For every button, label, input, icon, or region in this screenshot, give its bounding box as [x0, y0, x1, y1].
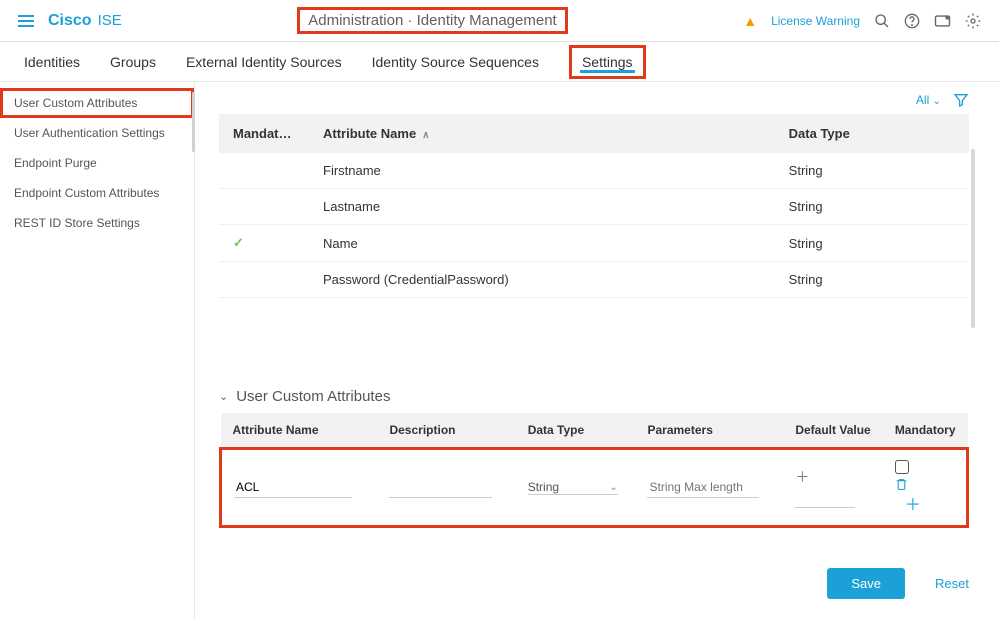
- filter-label: All: [916, 93, 929, 107]
- brand-name: Cisco: [48, 12, 92, 30]
- col-default-value: Default Value: [783, 413, 882, 449]
- main-tabs: Identities Groups External Identity Sour…: [0, 42, 999, 82]
- license-warning-link[interactable]: License Warning: [771, 14, 860, 28]
- parameters-input[interactable]: [647, 477, 758, 498]
- attr-type-cell: String: [775, 225, 969, 262]
- sidebar: User Custom Attributes User Authenticati…: [0, 82, 195, 619]
- col-data-type: Data Type: [516, 413, 636, 449]
- col-attribute-name[interactable]: Attribute Name ∧: [309, 114, 775, 153]
- tab-external-identity-sources[interactable]: External Identity Sources: [186, 44, 342, 80]
- attr-name-cell: Lastname: [309, 189, 775, 225]
- sidebar-item-endpoint-purge[interactable]: Endpoint Purge: [0, 148, 194, 178]
- col-attr-name-label: Attribute Name: [323, 126, 416, 141]
- check-icon: ✓: [233, 235, 244, 250]
- table-row[interactable]: ✓ Name String: [219, 225, 969, 262]
- custom-attributes-table: Attribute Name Description Data Type Par…: [219, 413, 969, 528]
- col-description: Description: [377, 413, 515, 449]
- sort-asc-icon: ∧: [422, 130, 429, 141]
- col-attribute-name: Attribute Name: [221, 413, 378, 449]
- chevron-down-icon: ⌄: [219, 390, 228, 403]
- attr-name-cell: Password (CredentialPassword): [309, 262, 775, 298]
- col-data-type[interactable]: Data Type: [775, 114, 969, 153]
- custom-attribute-row: String ⌄ ＋ ＋: [221, 449, 968, 527]
- attribute-name-input[interactable]: [234, 477, 352, 498]
- attr-type-cell: String: [775, 262, 969, 298]
- default-value-input[interactable]: [795, 487, 855, 508]
- reset-button[interactable]: Reset: [935, 576, 969, 591]
- save-button[interactable]: Save: [827, 568, 905, 599]
- section-toggle[interactable]: ⌄ User Custom Attributes: [219, 388, 969, 405]
- trash-icon[interactable]: [895, 477, 954, 491]
- product-name: ISE: [98, 12, 122, 29]
- warning-icon: ▲: [743, 13, 757, 29]
- search-icon[interactable]: [874, 13, 890, 29]
- chevron-down-icon: ⌄: [609, 482, 617, 493]
- table-row[interactable]: Firstname String: [219, 153, 969, 189]
- notifications-icon[interactable]: [934, 14, 951, 28]
- mandatory-checkbox[interactable]: [895, 460, 909, 474]
- attr-name-cell: Name: [309, 225, 775, 262]
- filter-dropdown[interactable]: All ⌄: [916, 93, 941, 107]
- data-type-select[interactable]: String ⌄: [528, 480, 618, 495]
- sidebar-item-user-custom-attributes[interactable]: User Custom Attributes: [0, 88, 194, 118]
- section-title: User Custom Attributes: [236, 388, 390, 405]
- tab-groups[interactable]: Groups: [110, 44, 156, 80]
- data-type-value: String: [528, 480, 559, 494]
- table-row[interactable]: Password (CredentialPassword) String: [219, 262, 969, 298]
- plus-icon[interactable]: ＋: [795, 469, 809, 485]
- tab-settings[interactable]: Settings: [569, 45, 646, 79]
- sidebar-item-rest-id-store-settings[interactable]: REST ID Store Settings: [0, 208, 194, 238]
- attr-name-cell: Firstname: [309, 153, 775, 189]
- predefined-attributes-table: Mandat… Attribute Name ∧ Data Type Firstn…: [219, 114, 969, 298]
- sidebar-item-user-authentication-settings[interactable]: User Authentication Settings: [0, 118, 194, 148]
- add-row-icon[interactable]: ＋: [905, 497, 921, 514]
- tab-identities[interactable]: Identities: [24, 44, 80, 80]
- col-parameters: Parameters: [635, 413, 783, 449]
- col-mandatory[interactable]: Mandat…: [219, 114, 309, 153]
- gear-icon[interactable]: [965, 13, 981, 29]
- menu-icon[interactable]: [18, 15, 34, 27]
- breadcrumb: Administration · Identity Management: [297, 7, 567, 34]
- table-row[interactable]: Lastname String: [219, 189, 969, 225]
- tab-identity-source-sequences[interactable]: Identity Source Sequences: [372, 44, 539, 80]
- sidebar-item-endpoint-custom-attributes[interactable]: Endpoint Custom Attributes: [0, 178, 194, 208]
- help-icon[interactable]: [904, 13, 920, 29]
- attr-type-cell: String: [775, 153, 969, 189]
- chevron-down-icon: ⌄: [933, 96, 941, 107]
- col-mandatory: Mandatory: [883, 413, 968, 449]
- filter-icon[interactable]: [953, 92, 969, 108]
- attr-type-cell: String: [775, 189, 969, 225]
- description-input[interactable]: [389, 477, 492, 498]
